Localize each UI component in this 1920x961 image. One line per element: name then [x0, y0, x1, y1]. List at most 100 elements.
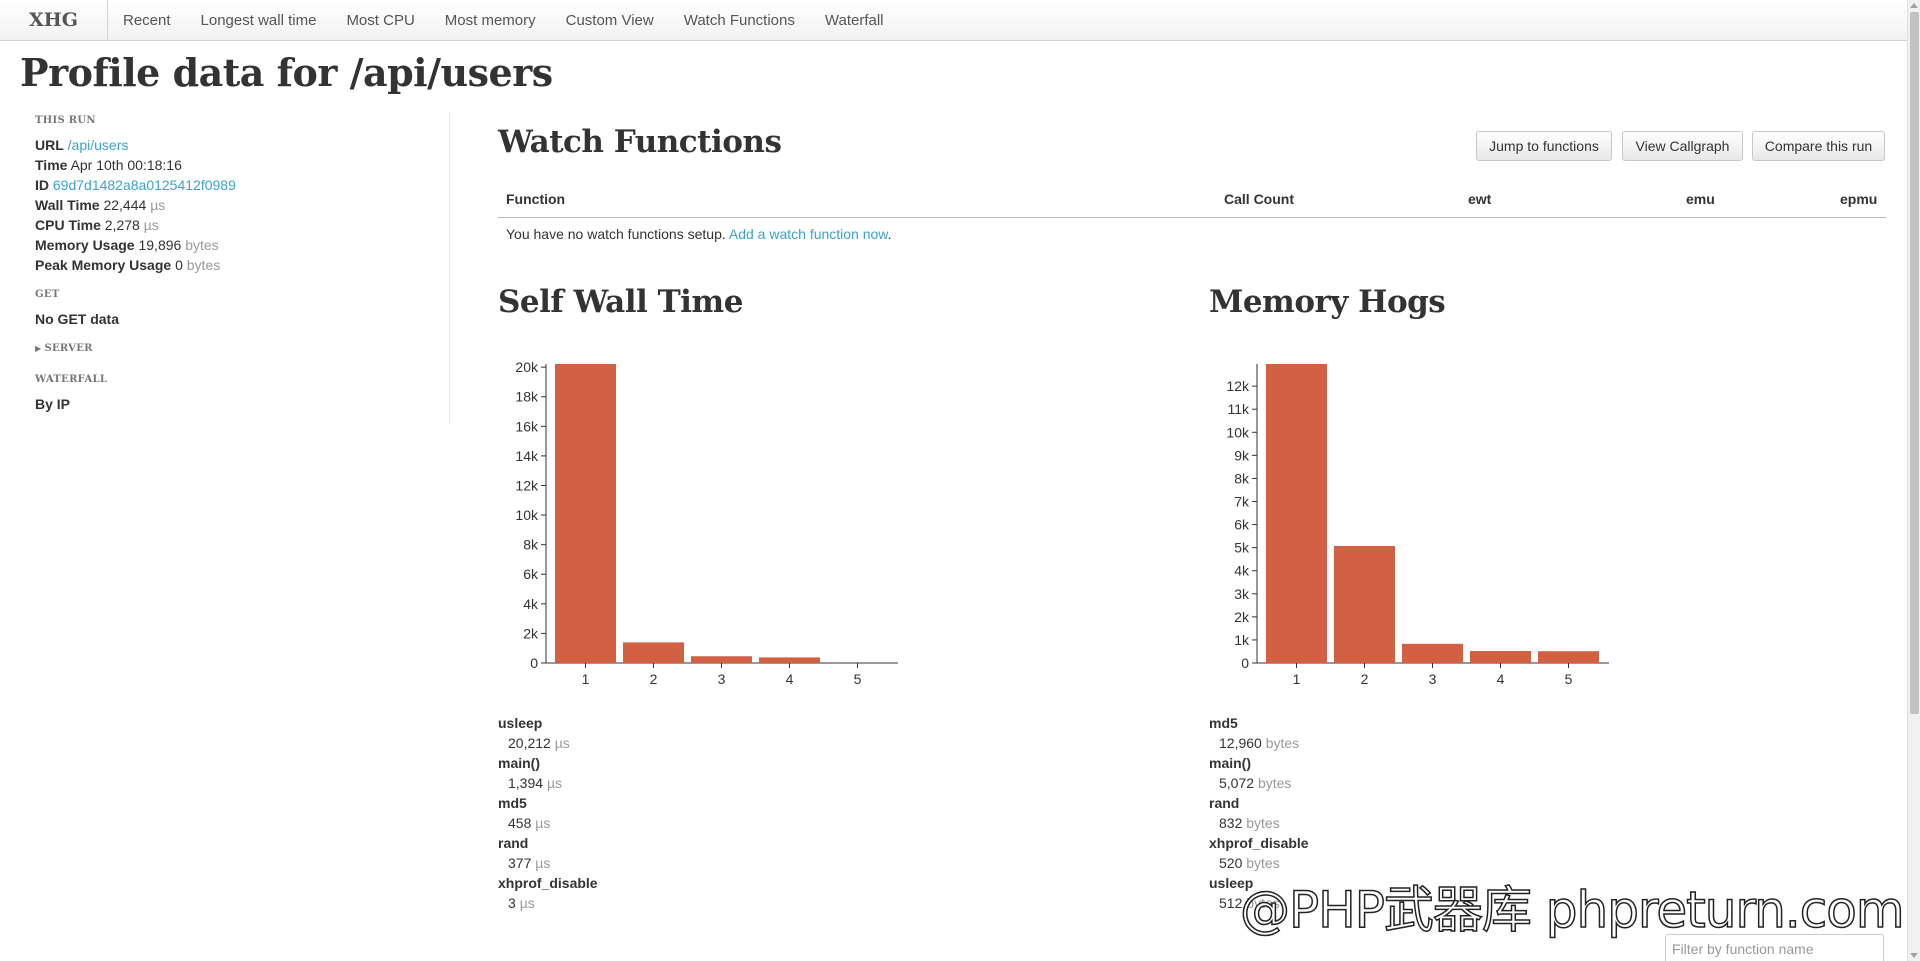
- x-tick-label: 3: [1429, 671, 1437, 687]
- chart-bar: [1538, 651, 1599, 663]
- y-tick-label: 1k: [1234, 632, 1250, 648]
- list-item: xhprof_disable 520 bytes: [1209, 833, 1309, 873]
- y-tick-label: 9k: [1234, 447, 1250, 463]
- compare-this-run-button[interactable]: Compare this run: [1752, 131, 1885, 161]
- y-tick-label: 16k: [515, 418, 539, 434]
- column-epmu[interactable]: epmu: [1840, 191, 1877, 207]
- watch-functions-title: Watch Functions: [498, 124, 782, 160]
- cpu-time-value: 2,278: [104, 217, 140, 233]
- waterfall-by-ip-link[interactable]: By IP: [35, 396, 70, 412]
- y-tick-label: 12k: [1226, 378, 1250, 394]
- x-tick-label: 5: [854, 671, 862, 687]
- value-unit: bytes: [1246, 815, 1280, 831]
- list-item: md5 458 µs: [498, 793, 598, 833]
- value-unit: bytes: [1265, 735, 1300, 751]
- nav-custom-view[interactable]: Custom View: [551, 0, 669, 41]
- function-name[interactable]: usleep: [498, 713, 598, 733]
- waterfall-row: By IP: [35, 394, 449, 414]
- function-name[interactable]: rand: [498, 833, 598, 853]
- add-watch-function-link[interactable]: Add a watch function now: [729, 226, 888, 242]
- self-wall-time-chart-svg: 0 2k 4k 6k 8k 10k 12k 14k 16k 18k 20k 1 2 3 4 5: [515, 359, 898, 687]
- view-callgraph-button[interactable]: View Callgraph: [1622, 131, 1743, 161]
- get-data-value: No GET data: [35, 311, 120, 327]
- time-row: Time Apr 10th 00:18:16: [35, 155, 449, 175]
- function-value: 458: [508, 815, 532, 831]
- chart-bar: [1470, 651, 1531, 663]
- url-link[interactable]: /api/users: [68, 137, 129, 153]
- y-tick-label: 2k: [523, 625, 539, 641]
- list-item: xhprof_disable 3 µs: [498, 873, 598, 913]
- wall-time-label: Wall Time: [35, 197, 100, 213]
- value-unit: bytes: [1257, 775, 1292, 791]
- function-name[interactable]: rand: [1209, 793, 1309, 813]
- x-tick-label: 1: [582, 671, 590, 687]
- nav-menu: Recent Longest wall time Most CPU Most m…: [108, 0, 899, 40]
- function-name[interactable]: md5: [498, 793, 598, 813]
- function-name[interactable]: md5: [1209, 713, 1309, 733]
- value-unit: µs: [519, 895, 535, 911]
- x-tick-label: 1: [1293, 671, 1301, 687]
- nav-longest-wall-time[interactable]: Longest wall time: [186, 0, 332, 41]
- jump-to-functions-button[interactable]: Jump to functions: [1476, 131, 1612, 161]
- nav-waterfall[interactable]: Waterfall: [810, 0, 899, 41]
- cpu-time-label: CPU Time: [35, 217, 101, 233]
- brand-logo[interactable]: XHG: [0, 0, 108, 40]
- function-name[interactable]: main(): [498, 753, 598, 773]
- y-tick-label: 6k: [1234, 517, 1250, 533]
- cpu-time-row: CPU Time 2,278 µs: [35, 215, 449, 235]
- list-item: md5 12,960 bytes: [1209, 713, 1309, 753]
- wall-time-value: 22,444: [103, 197, 147, 213]
- page-title: Profile data for /api/users: [20, 50, 553, 95]
- list-item: main() 5,072 bytes: [1209, 753, 1309, 793]
- column-function[interactable]: Function: [506, 191, 565, 207]
- vertical-scrollbar[interactable]: [1907, 0, 1920, 961]
- y-tick-label: 4k: [1234, 563, 1250, 579]
- top-navbar: XHG Recent Longest wall time Most CPU Mo…: [0, 0, 1907, 41]
- cpu-time-unit: µs: [143, 217, 159, 233]
- y-tick-label: 8k: [1234, 470, 1250, 486]
- watch-functions-table: Function Call Count ewt emu epmu You hav…: [498, 187, 1886, 250]
- function-name[interactable]: xhprof_disable: [498, 873, 598, 893]
- column-call-count[interactable]: Call Count: [1224, 191, 1294, 207]
- list-item: main() 1,394 µs: [498, 753, 598, 793]
- y-tick-label: 20k: [515, 359, 539, 375]
- scrollbar-thumb[interactable]: [1910, 12, 1919, 714]
- function-value: 20,212: [508, 735, 551, 751]
- y-tick-label: 12k: [515, 477, 539, 493]
- function-value: 832: [1219, 815, 1243, 831]
- y-tick-label: 14k: [515, 448, 539, 464]
- scroll-down-arrow-icon[interactable]: [1910, 953, 1918, 958]
- server-toggle[interactable]: ▶ SERVER: [35, 343, 449, 354]
- scroll-up-arrow-icon[interactable]: [1910, 3, 1918, 8]
- function-value: 512: [1219, 895, 1243, 911]
- value-unit: µs: [535, 815, 551, 831]
- value-unit: µs: [546, 775, 563, 791]
- nav-most-memory[interactable]: Most memory: [430, 0, 551, 41]
- id-row: ID 69d7d1482a8a0125412f0989: [35, 175, 449, 195]
- chart-bar: [1402, 643, 1463, 663]
- nav-most-cpu[interactable]: Most CPU: [331, 0, 429, 41]
- nav-recent[interactable]: Recent: [108, 0, 186, 41]
- id-link[interactable]: 69d7d1482a8a0125412f0989: [53, 177, 236, 193]
- memory-usage-label: Memory Usage: [35, 237, 135, 253]
- y-tick-label: 18k: [515, 389, 539, 405]
- chart-bar: [623, 642, 684, 663]
- column-emu[interactable]: emu: [1686, 191, 1715, 207]
- url-label: URL: [35, 137, 64, 153]
- memory-hogs-title: Memory Hogs: [1209, 284, 1446, 320]
- y-tick-label: 8k: [523, 537, 539, 553]
- function-name[interactable]: xhprof_disable: [1209, 833, 1309, 853]
- x-tick-label: 2: [650, 671, 658, 687]
- nav-watch-functions[interactable]: Watch Functions: [669, 0, 810, 41]
- function-value: 377: [508, 855, 532, 871]
- column-ewt[interactable]: ewt: [1468, 191, 1491, 207]
- y-tick-label: 7k: [1234, 494, 1250, 510]
- function-name[interactable]: main(): [1209, 753, 1309, 773]
- chart-bar: [691, 656, 752, 663]
- memory-usage-row: Memory Usage 19,896 bytes: [35, 235, 449, 255]
- self-wall-time-title: Self Wall Time: [498, 284, 743, 320]
- function-value: 520: [1219, 855, 1243, 871]
- watch-empty-suffix: .: [887, 226, 892, 242]
- memory-hogs-chart: 0 1k 2k 3k 4k 5k 6k 7k 8k 9k 10k 11k 12k 1 2 3 4 5: [1209, 350, 1629, 690]
- y-tick-label: 4k: [523, 596, 539, 612]
